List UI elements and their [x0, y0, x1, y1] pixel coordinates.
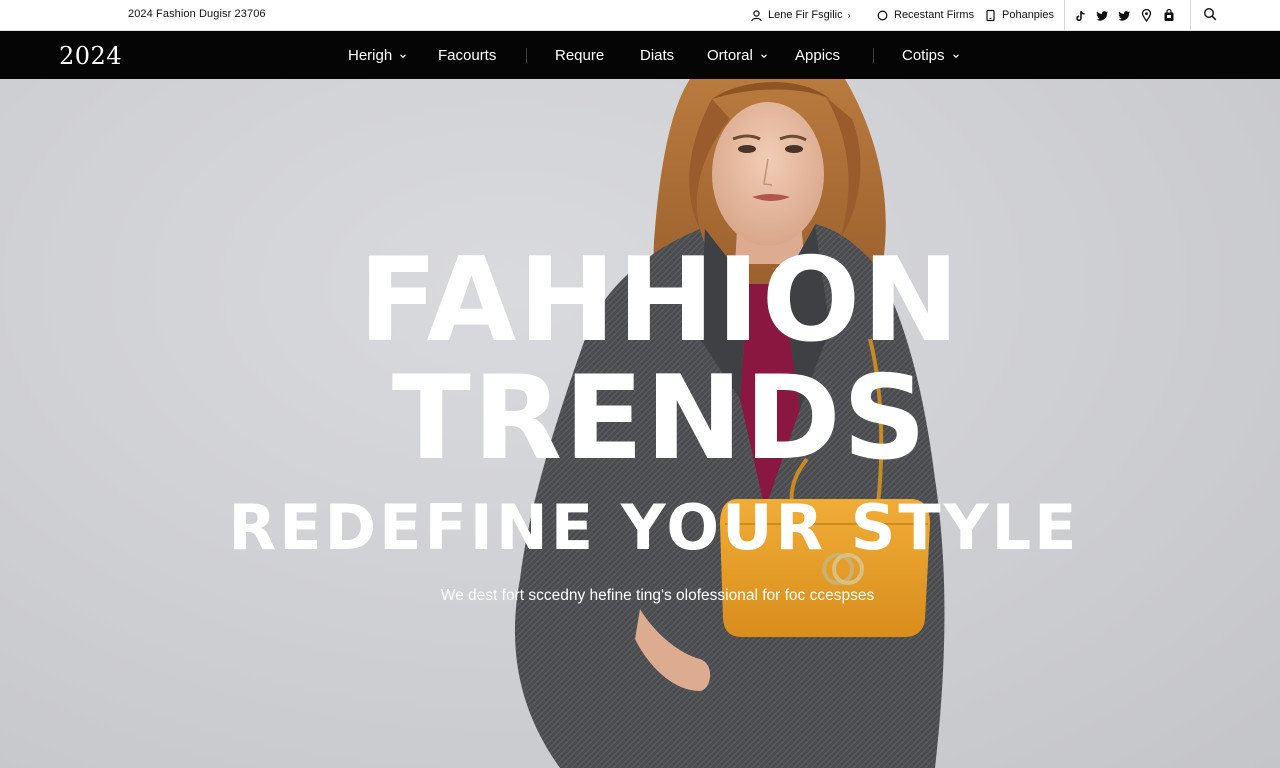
top-utility-bar: 2024 Fashion Dugisr 23706 Lene Fir Fsgil…	[0, 0, 1280, 31]
nav-item-label: Diats	[640, 47, 675, 64]
main-navigation: 2024 Herigh Facourts Requre Diats Ortora…	[0, 31, 1280, 79]
nav-item-label: Cotips	[902, 47, 945, 64]
search-icon	[1203, 7, 1217, 24]
search-button[interactable]	[1190, 0, 1228, 31]
hero-tagline: We dest fort sccedny hefine ting's olofe…	[440, 587, 875, 604]
nav-item-facourts[interactable]: Facourts	[438, 47, 496, 64]
nav-item-ortoral[interactable]: Ortoral	[707, 47, 768, 64]
hero-heading-line-1: FAHHION	[358, 233, 962, 368]
nav-item-label: Ortoral	[707, 47, 753, 64]
site-logo[interactable]: 2024	[59, 42, 122, 70]
phone-icon	[984, 9, 997, 22]
nav-item-label: Herigh	[348, 47, 393, 64]
utility-link-phone[interactable]: Pohanpies	[984, 6, 1054, 24]
circle-icon	[876, 9, 889, 22]
utility-link-label: Lene Fir Fsgilic	[768, 9, 843, 21]
twitter-icon[interactable]	[1096, 9, 1109, 22]
social-links	[1064, 0, 1175, 31]
nav-item-herigh[interactable]: Herigh	[348, 47, 407, 64]
nav-item-diats[interactable]: Diats	[640, 47, 674, 64]
hero-subheading: REDEFINE YOUR STYLE	[228, 491, 1080, 564]
nav-item-cotips[interactable]: Cotips	[902, 47, 960, 64]
twitter-icon[interactable]	[1118, 9, 1131, 22]
chevron-right-icon: ›	[847, 10, 851, 20]
hero-heading-line-2: TRENDS	[391, 351, 929, 486]
nav-item-appics[interactable]: Appics	[795, 47, 840, 64]
chevron-down-icon	[400, 53, 407, 58]
hero-banner: FAHHION TRENDS REDEFINE YOUR STYLE We de…	[0, 79, 1280, 768]
nav-item-label: Facourts	[438, 47, 497, 64]
utility-link-label: Recestant Firms	[894, 9, 975, 21]
bag-icon[interactable]	[1162, 9, 1175, 22]
nav-item-requre[interactable]: Requre	[555, 47, 604, 64]
utility-link-account[interactable]: Lene Fir Fsgilic ›	[750, 6, 851, 24]
nav-item-label: Appics	[795, 47, 841, 64]
user-icon	[750, 9, 763, 22]
chevron-down-icon	[952, 53, 959, 58]
nav-divider	[873, 48, 874, 63]
chevron-down-icon	[760, 53, 767, 58]
nav-divider	[526, 48, 527, 63]
utility-link-label: Pohanpies	[1002, 9, 1054, 21]
nav-item-label: Requre	[555, 47, 605, 64]
promo-text: 2024 Fashion Dugisr 23706	[128, 8, 266, 20]
location-pin-icon[interactable]	[1140, 9, 1153, 22]
utility-link-firms[interactable]: Recestant Firms	[876, 6, 974, 24]
tiktok-icon[interactable]	[1074, 9, 1087, 22]
